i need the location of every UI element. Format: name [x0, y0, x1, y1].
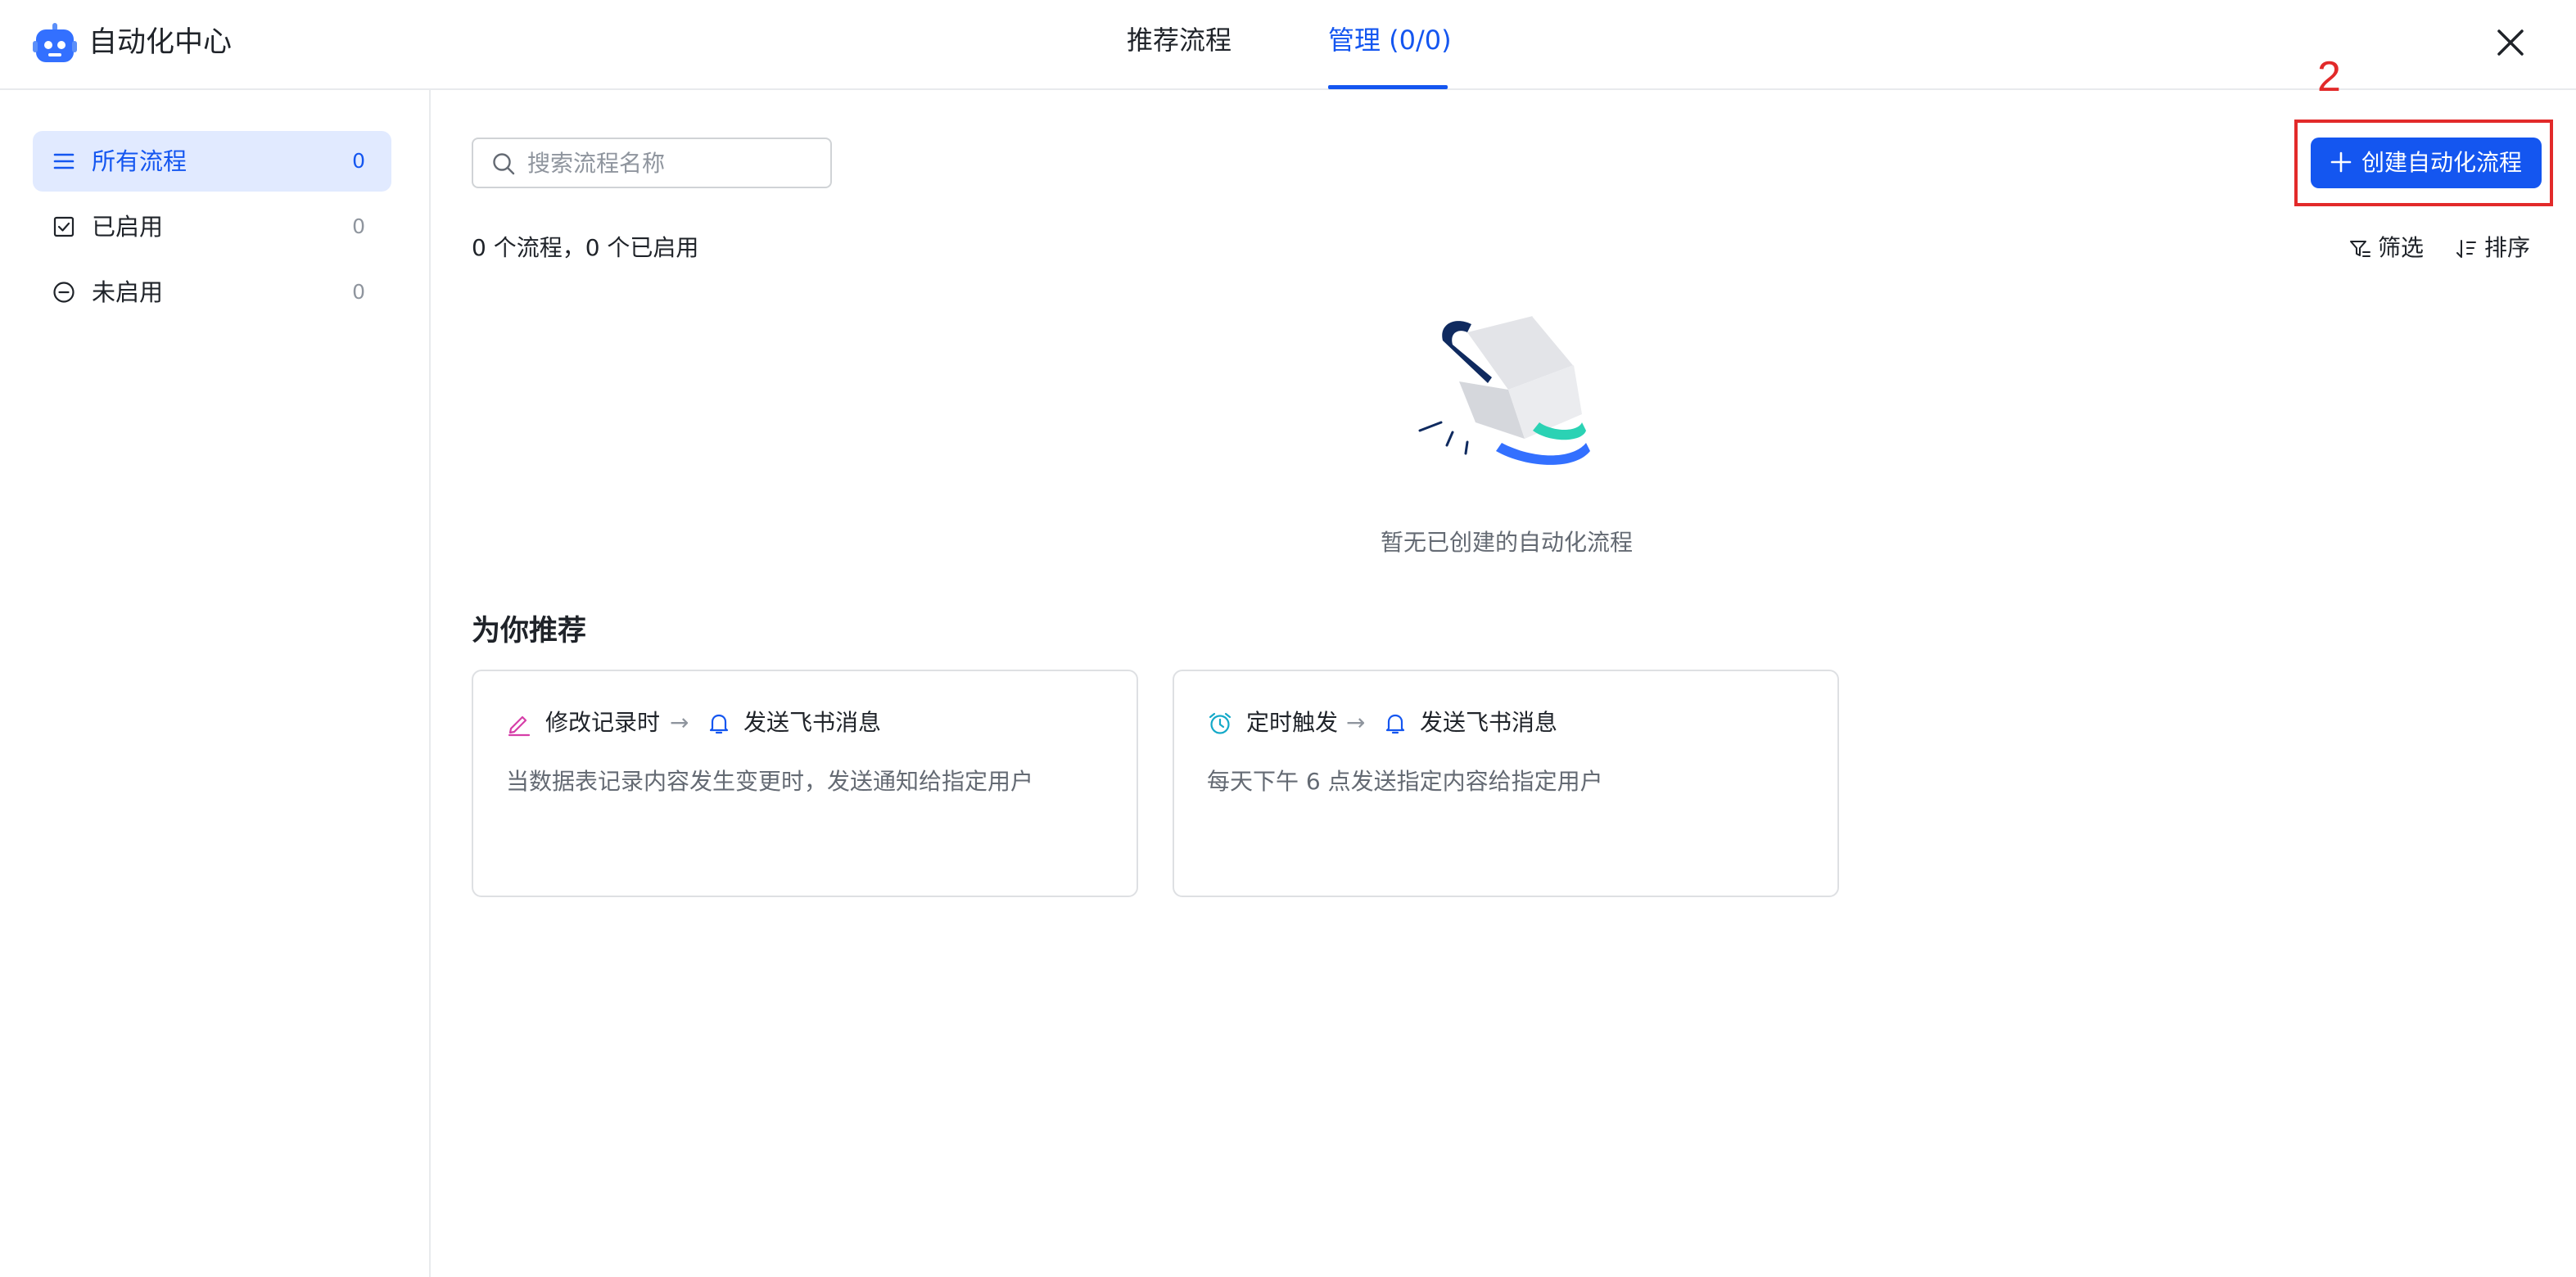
- empty-state-text: 暂无已创建的自动化流程: [1380, 529, 1633, 556]
- sidebar-item-disabled[interactable]: 未启用 0: [33, 262, 391, 323]
- arrow-icon: →: [1346, 709, 1366, 736]
- sidebar-item-label: 所有流程: [92, 147, 188, 175]
- recommend-card-record-change[interactable]: 修改记录时 → 发送飞书消息 当数据表记录内容发生变更时，发送通知给指定用户: [472, 670, 1138, 897]
- list-icon: [53, 153, 75, 169]
- filter-label: 筛选: [2378, 234, 2425, 261]
- tab-recommended-flows[interactable]: 推荐流程: [1127, 21, 1232, 59]
- create-button-label: 创建自动化流程: [2361, 149, 2523, 176]
- bell-icon: [709, 714, 729, 734]
- card-trigger-label: 修改记录时: [545, 709, 661, 736]
- card-action-label: 发送飞书消息: [743, 709, 882, 736]
- bell-icon: [1385, 714, 1405, 734]
- sidebar-item-count: 0: [352, 149, 365, 173]
- plus-icon: [2330, 151, 2352, 173]
- checkbox-checked-icon: [53, 216, 75, 237]
- sidebar: 所有流程 0 已启用 0 未启用 0: [0, 90, 431, 1277]
- sidebar-item-all-flows[interactable]: 所有流程 0: [33, 131, 391, 192]
- minus-circle-icon: [53, 282, 75, 303]
- sort-label: 排序: [2484, 234, 2531, 261]
- app-title: 自动化中心: [88, 26, 233, 59]
- sidebar-item-count: 0: [352, 214, 365, 238]
- search-input[interactable]: [527, 146, 814, 180]
- filter-icon: [2350, 241, 2370, 257]
- active-tab-indicator: [1328, 85, 1448, 89]
- recommend-card-scheduled[interactable]: 定时触发 → 发送飞书消息 每天下午 6 点发送指定内容给指定用户: [1173, 670, 1839, 897]
- card-action-label: 发送飞书消息: [1420, 709, 1558, 736]
- sort-icon: [2456, 240, 2476, 258]
- header-bar: 自动化中心 推荐流程 管理 (0/0): [0, 0, 2576, 90]
- tab-manage[interactable]: 管理 (0/0): [1328, 21, 1452, 59]
- create-automation-button[interactable]: 创建自动化流程: [2311, 138, 2542, 188]
- close-icon[interactable]: [2492, 25, 2529, 61]
- alarm-clock-icon: [1209, 712, 1232, 734]
- sidebar-item-label: 已启用: [92, 213, 164, 241]
- annotation-number: 2: [2317, 53, 2341, 101]
- robot-icon: [33, 23, 77, 62]
- sort-button[interactable]: 排序: [2455, 229, 2533, 267]
- flow-summary: 0 个流程，0 个已启用: [472, 234, 699, 261]
- card-flow-header: 修改记录时 → 发送飞书消息: [506, 704, 1112, 742]
- card-description: 每天下午 6 点发送指定内容给指定用户: [1207, 768, 1603, 795]
- recommend-section-title: 为你推荐: [472, 615, 587, 648]
- empty-state-illustration: [1418, 315, 1590, 465]
- arrow-icon: →: [670, 709, 689, 736]
- edit-pen-icon: [508, 715, 531, 737]
- card-flow-header: 定时触发 → 发送飞书消息: [1207, 704, 1813, 742]
- card-trigger-label: 定时触发: [1246, 709, 1339, 736]
- search-icon: [493, 153, 515, 175]
- sidebar-item-count: 0: [352, 280, 365, 304]
- sidebar-item-label: 未启用: [92, 278, 164, 306]
- card-description: 当数据表记录内容发生变更时，发送通知给指定用户: [506, 768, 1034, 795]
- sidebar-item-enabled[interactable]: 已启用 0: [33, 196, 391, 257]
- filter-button[interactable]: 筛选: [2348, 229, 2430, 267]
- search-box[interactable]: [472, 138, 832, 188]
